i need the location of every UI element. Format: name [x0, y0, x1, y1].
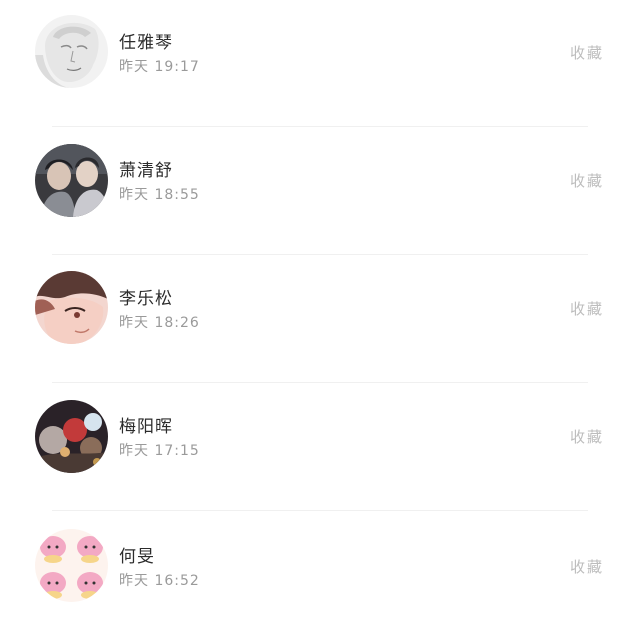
message-time: 昨天 17:15 [119, 443, 200, 459]
favorite-button[interactable]: 收藏 [570, 556, 604, 577]
list-item[interactable]: 何旻 昨天 16:52 收藏 [0, 512, 640, 625]
divider [52, 254, 588, 255]
favorite-button[interactable]: 收藏 [570, 42, 604, 63]
list-item[interactable]: 李乐松 昨天 18:26 收藏 [0, 256, 640, 384]
message-time: 昨天 19:17 [119, 59, 200, 75]
favorite-button[interactable]: 收藏 [570, 298, 604, 319]
avatar[interactable] [35, 144, 108, 217]
contact-name: 梅阳晖 [119, 417, 173, 437]
message-time: 昨天 18:55 [119, 187, 200, 203]
contact-list: 任雅琴 昨天 19:17 收藏 萧清舒 昨天 18:55 收藏 李乐松 昨天 1… [0, 0, 640, 625]
avatar[interactable] [35, 271, 108, 344]
avatar[interactable] [35, 400, 108, 473]
contact-name: 萧清舒 [119, 161, 173, 181]
message-time: 昨天 16:52 [119, 573, 200, 589]
avatar[interactable] [35, 529, 108, 602]
contact-name: 任雅琴 [119, 33, 173, 53]
divider [52, 126, 588, 127]
favorite-button[interactable]: 收藏 [570, 426, 604, 447]
avatar[interactable] [35, 15, 108, 88]
divider [52, 510, 588, 511]
contact-name: 何旻 [119, 547, 155, 567]
favorite-button[interactable]: 收藏 [570, 170, 604, 191]
divider [52, 382, 588, 383]
list-item[interactable]: 萧清舒 昨天 18:55 收藏 [0, 128, 640, 256]
message-time: 昨天 18:26 [119, 315, 200, 331]
list-item[interactable]: 梅阳晖 昨天 17:15 收藏 [0, 384, 640, 512]
list-item[interactable]: 任雅琴 昨天 19:17 收藏 [0, 0, 640, 128]
contact-name: 李乐松 [119, 289, 173, 309]
